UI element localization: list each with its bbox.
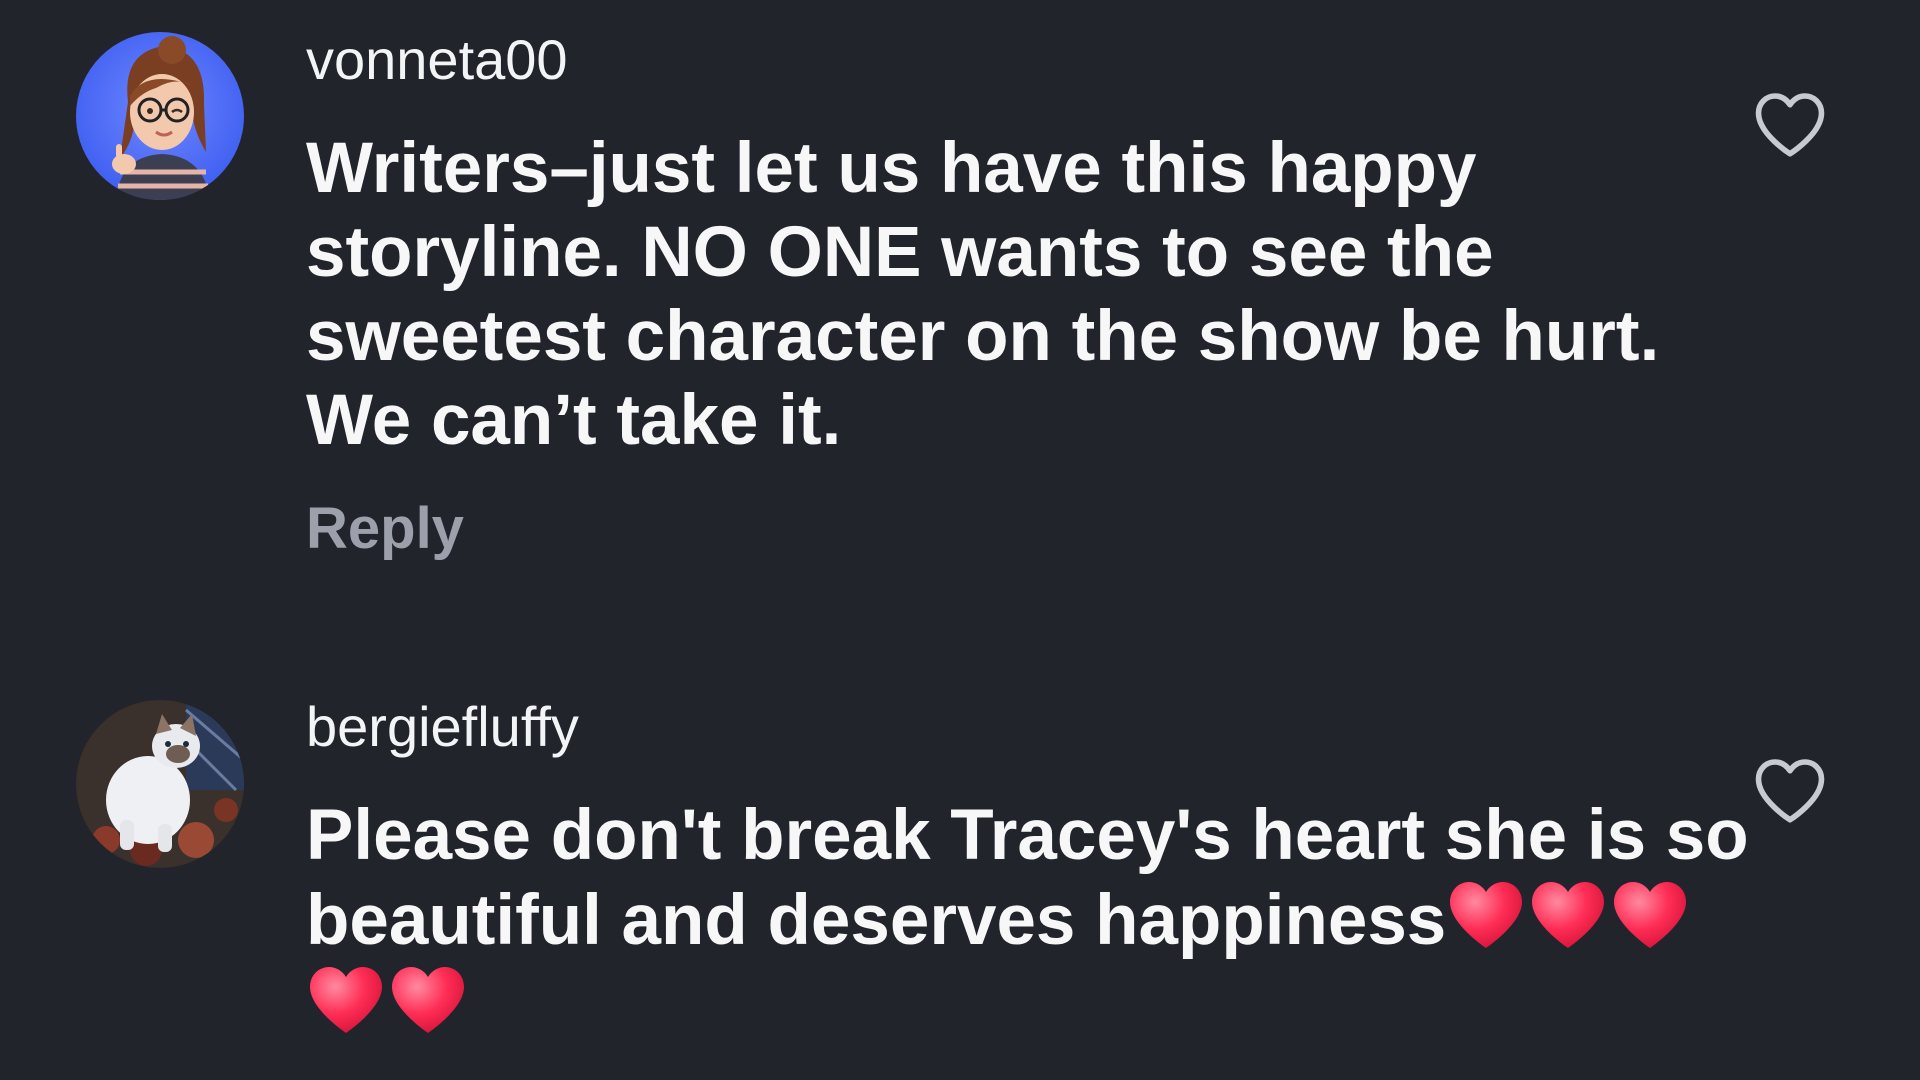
comment-text-line: Please don't break Tracey's heart she is… <box>306 796 1749 875</box>
comment-text-line <box>306 963 1706 1048</box>
red-heart-emoji-icon <box>388 963 468 1037</box>
comment-text: Please don't break Tracey's heart she is… <box>306 794 1749 1048</box>
comment-text-segment: beautiful and deserves happiness <box>306 881 1447 960</box>
user-avatar[interactable] <box>76 700 244 868</box>
like-button[interactable] <box>1748 748 1832 832</box>
red-heart-emoji-icon <box>1610 878 1690 952</box>
red-heart-emoji-icon <box>306 963 386 1037</box>
red-heart-emoji-icon <box>1446 878 1526 952</box>
red-heart-emoji-icon <box>1528 878 1608 952</box>
heart-outline-icon <box>1755 759 1825 823</box>
comment-text-line: beautiful and deserves happiness <box>306 878 1706 963</box>
comments-list: vonneta00 Writers–just let us have this … <box>0 0 1920 1080</box>
comment-username[interactable]: bergiefluffy <box>306 699 579 755</box>
comment-item: bergiefluffy Please don't break Tracey's… <box>0 0 1920 1080</box>
white-cat-photo-avatar <box>76 700 244 868</box>
